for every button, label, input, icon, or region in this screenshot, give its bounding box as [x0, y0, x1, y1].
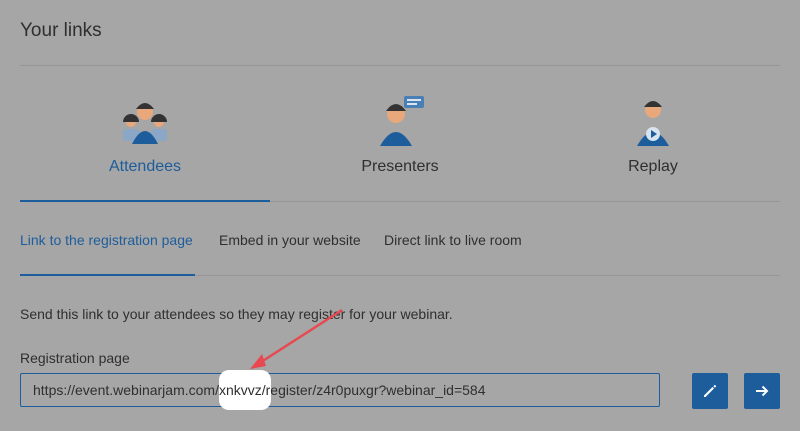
title-divider [20, 65, 780, 66]
pencil-icon [704, 384, 717, 397]
subtab-embed-website[interactable]: Embed in your website [219, 232, 361, 248]
arrow-right-icon [756, 385, 769, 397]
subtab-active-indicator [20, 274, 195, 276]
main-tab-active-indicator [20, 200, 270, 202]
replay-avatar-icon [637, 101, 669, 146]
description-text: Send this link to your attendees so they… [20, 306, 453, 322]
tab-presenters[interactable]: Presenters [275, 92, 525, 176]
subtabs-divider [195, 275, 780, 276]
tab-replay[interactable]: Replay [528, 92, 778, 176]
registration-url-text: https://event.webinarjam.com/xnkvvz/regi… [33, 382, 486, 398]
main-tabs-divider [270, 201, 780, 202]
tab-attendees[interactable]: Attendees [20, 92, 270, 176]
tab-presenters-label: Presenters [361, 158, 439, 175]
subtab-registration-page[interactable]: Link to the registration page [20, 232, 193, 248]
registration-page-label: Registration page [20, 350, 130, 366]
tab-attendees-label: Attendees [108, 158, 182, 175]
subtab-direct-live-room[interactable]: Direct link to live room [384, 232, 522, 248]
panel-title: Your links [20, 20, 102, 41]
attendees-avatar-icon [123, 103, 167, 144]
tab-replay-label: Replay [628, 158, 678, 175]
open-link-button[interactable] [744, 373, 780, 409]
presenter-avatar-icon [380, 96, 424, 146]
your-links-panel: Your links Attendees Presenters Replay L… [0, 0, 800, 431]
edit-link-button[interactable] [692, 373, 728, 409]
